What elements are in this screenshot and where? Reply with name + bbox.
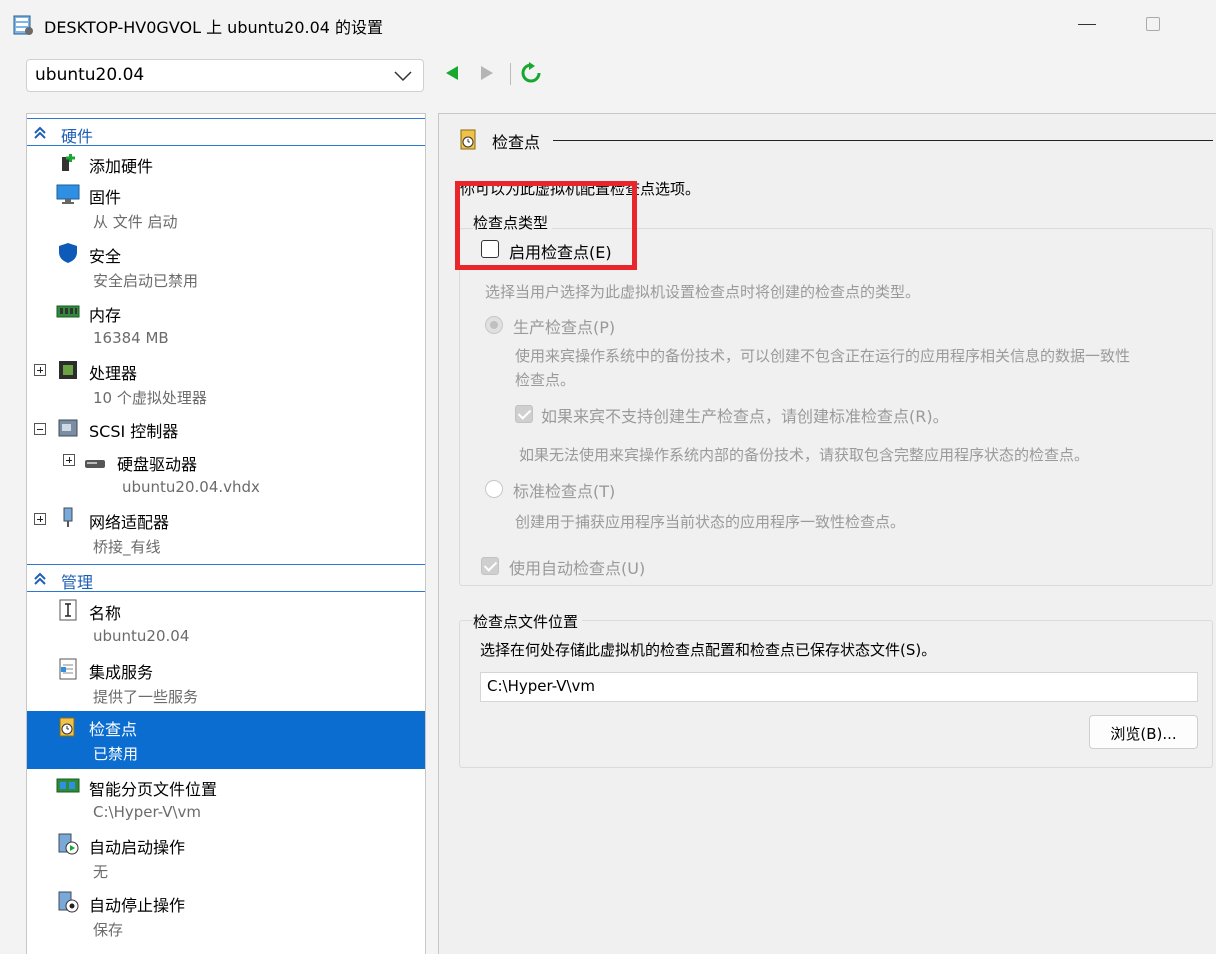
- maximize-button[interactable]: [1146, 17, 1160, 31]
- refresh-icon[interactable]: [520, 62, 542, 84]
- standard-checkpoint-label[interactable]: 标准检查点(T): [513, 478, 615, 502]
- tree-item-security[interactable]: 安全 安全启动已禁用: [27, 238, 425, 294]
- tree-item-memory[interactable]: 内存 16384 MB: [27, 297, 425, 353]
- settings-tree: 硬件 添加硬件 固件 从 文件 启动 安全 安全启动已禁用 内存 16384 M…: [26, 113, 426, 954]
- fallback-standard-desc: 如果无法使用来宾操作系统内部的备份技术，请获取包含完整应用程序状态的检查点。: [519, 446, 1090, 464]
- production-checkpoint-desc-1: 使用来宾操作系统中的备份技术，可以创建不包含正在运行的应用程序相关信息的数据一致…: [515, 347, 1131, 365]
- vm-selector-value: ubuntu20.04: [35, 65, 145, 85]
- auto-stop-icon: [58, 891, 79, 913]
- panel-title: 检查点: [492, 133, 541, 152]
- network-adapter-icon: [63, 507, 73, 527]
- tree-item-integration-services[interactable]: 集成服务 提供了一些服务: [27, 654, 425, 710]
- vm-selector-dropdown[interactable]: ubuntu20.04: [26, 59, 424, 92]
- auto-start-icon: [58, 833, 79, 855]
- next-arrow-icon[interactable]: [479, 64, 495, 82]
- panel-title-divider: [553, 140, 1213, 141]
- double-chevron-up-icon: [34, 126, 46, 139]
- chevron-down-icon: [394, 71, 412, 82]
- minimize-button[interactable]: [1078, 24, 1096, 25]
- tree-item-auto-stop[interactable]: 自动停止操作 保存: [27, 887, 425, 943]
- tree-item-firmware[interactable]: 固件 从 文件 启动: [27, 179, 425, 235]
- title-bar: DESKTOP-HV0GVOL 上 ubuntu20.04 的设置: [0, 0, 1216, 50]
- tree-item-smart-paging[interactable]: 智能分页文件位置 C:\Hyper-V\vm: [27, 771, 425, 827]
- window-title: DESKTOP-HV0GVOL 上 ubuntu20.04 的设置: [44, 18, 384, 37]
- choose-type-text: 选择当用户选择为此虚拟机设置检查点时将创建的检查点的类型。: [485, 283, 921, 301]
- auto-checkpoint-label[interactable]: 使用自动检查点(U): [509, 555, 645, 579]
- production-checkpoint-label[interactable]: 生产检查点(P): [513, 314, 615, 338]
- monitor-icon: [56, 184, 80, 204]
- hardware-section-header[interactable]: 硬件: [27, 118, 425, 146]
- add-hardware-icon: [62, 154, 75, 171]
- expand-processor-toggle[interactable]: [34, 364, 46, 376]
- highlight-annotation-box: [455, 181, 637, 270]
- production-checkpoint-desc-2: 检查点。: [515, 371, 576, 389]
- tree-item-checkpoints[interactable]: 检查点 已禁用: [27, 711, 425, 769]
- collapse-scsi-toggle[interactable]: [34, 423, 46, 435]
- tree-item-hard-drive[interactable]: 硬盘驱动器 ubuntu20.04.vhdx: [27, 446, 425, 502]
- hyperv-settings-icon: [13, 15, 33, 35]
- browse-button[interactable]: 浏览(B)...: [1089, 715, 1198, 749]
- toolbar: ubuntu20.04: [0, 50, 1216, 102]
- production-checkpoint-radio[interactable]: [485, 316, 503, 334]
- tree-item-name[interactable]: 名称 ubuntu20.04: [27, 595, 425, 651]
- auto-checkpoint-checkbox[interactable]: [481, 557, 499, 575]
- fallback-standard-checkbox[interactable]: [515, 405, 533, 423]
- tree-item-processor[interactable]: 处理器 10 个虚拟处理器: [27, 355, 425, 411]
- shield-icon: [59, 243, 77, 263]
- scsi-controller-icon: [58, 419, 78, 437]
- expand-hard-drive-toggle[interactable]: [63, 454, 75, 466]
- toolbar-separator: [510, 63, 511, 85]
- name-text-icon: [59, 599, 77, 621]
- expand-network-toggle[interactable]: [34, 513, 46, 525]
- management-section-header[interactable]: 管理: [27, 564, 425, 592]
- fallback-standard-label[interactable]: 如果来宾不支持创建生产检查点，请创建标准检查点(R)。: [541, 403, 949, 427]
- hard-drive-icon: [85, 460, 105, 468]
- tree-item-network-adapter[interactable]: 网络适配器 桥接_有线: [27, 504, 425, 560]
- checkpoint-location-desc: 选择在何处存储此虚拟机的检查点配置和检查点已保存状态文件(S)。: [480, 641, 937, 659]
- tree-item-auto-start[interactable]: 自动启动操作 无: [27, 829, 425, 885]
- double-chevron-up-icon: [34, 572, 46, 585]
- processor-icon: [59, 361, 77, 379]
- smart-paging-icon: [56, 778, 80, 793]
- integration-services-icon: [59, 658, 77, 680]
- checkpoint-icon: [59, 717, 75, 737]
- checkpoint-icon: [460, 129, 476, 150]
- previous-arrow-icon[interactable]: [444, 64, 460, 82]
- memory-chip-icon: [56, 305, 80, 318]
- standard-checkpoint-radio[interactable]: [485, 480, 503, 498]
- tree-item-scsi-controller[interactable]: SCSI 控制器: [27, 414, 425, 442]
- tree-item-add-hardware[interactable]: 添加硬件: [27, 149, 425, 177]
- checkpoint-location-group-label: 检查点文件位置: [473, 611, 583, 632]
- checkpoint-location-input[interactable]: C:\Hyper-V\vm: [480, 672, 1198, 702]
- standard-checkpoint-desc: 创建用于捕获应用程序当前状态的应用程序一致性检查点。: [515, 513, 906, 531]
